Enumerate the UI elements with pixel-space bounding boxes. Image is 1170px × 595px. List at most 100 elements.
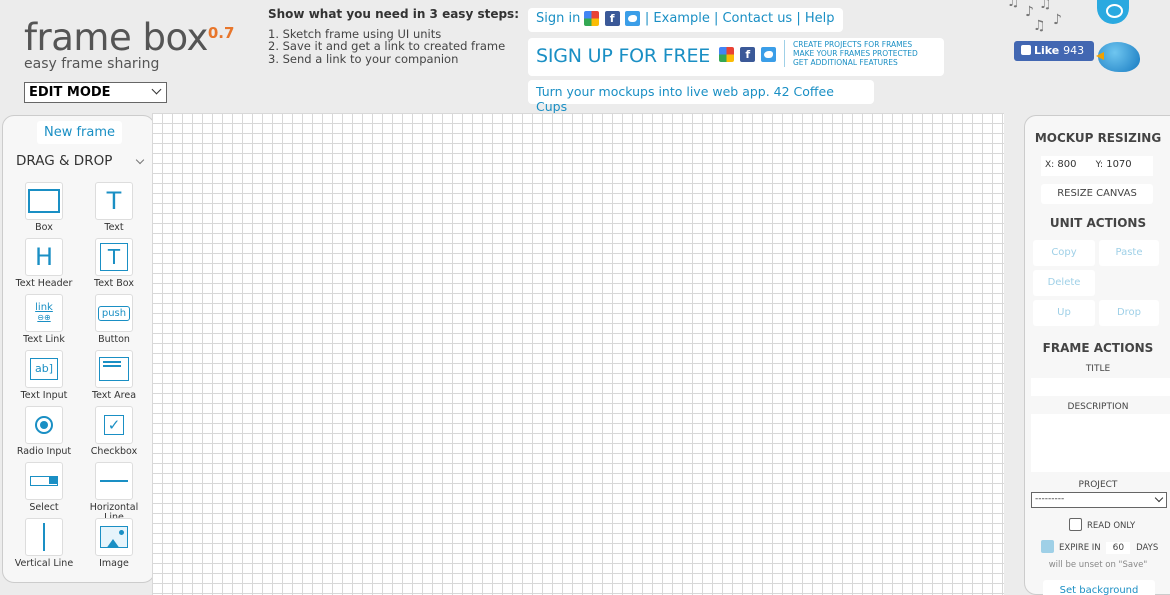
text-link-icon: link ⊖⊕ <box>25 294 63 332</box>
tool-horizontal-line[interactable]: Horizontal Line <box>79 462 149 523</box>
tool-vertical-line[interactable]: Vertical Line <box>9 518 79 574</box>
text-box-icon: T <box>95 238 133 276</box>
tool-label: Button <box>98 334 130 345</box>
logo[interactable]: frame box0.7 easy frame sharing <box>24 18 234 73</box>
signup-perk: GET ADDITIONAL FEATURES <box>793 58 898 67</box>
button-icon: push <box>95 294 133 332</box>
tool-label: Vertical Line <box>14 558 74 569</box>
unit-actions-title: UNIT ACTIONS <box>1049 216 1147 230</box>
new-frame-button[interactable]: New frame <box>37 121 122 144</box>
google-icon[interactable] <box>719 47 735 62</box>
text-input-icon: ab] <box>25 350 63 388</box>
expire-checkbox[interactable] <box>1041 540 1054 553</box>
description-label: DESCRIPTION <box>1067 402 1129 412</box>
tool-label: Select <box>29 502 59 513</box>
twitter-icon[interactable] <box>1097 0 1129 24</box>
chevron-down-icon[interactable] <box>135 155 145 165</box>
thumbs-up-icon <box>1021 45 1031 55</box>
music-notes-icon: ♫ ♪ ♫ ♪ ♫ <box>1007 0 1062 34</box>
frame-actions-title: FRAME ACTIONS <box>1042 341 1154 355</box>
twitter-icon[interactable] <box>761 47 777 62</box>
drop-button[interactable]: Drop <box>1099 300 1159 326</box>
canvas-size-inputs: X: 800 Y: 1070 <box>1041 156 1153 176</box>
tool-box[interactable]: Box <box>9 182 79 238</box>
tool-radio-input[interactable]: Radio Input <box>9 406 79 462</box>
expire-days-input[interactable]: 60 <box>1106 542 1131 554</box>
text-box-glyph: T <box>100 243 128 271</box>
facebook-icon[interactable]: f <box>740 47 756 62</box>
y-input[interactable]: 1070 <box>1106 159 1131 170</box>
tool-text-box[interactable]: T Text Box <box>79 238 149 294</box>
help-link[interactable]: Help <box>805 11 835 26</box>
contact-link[interactable]: Contact us <box>722 11 792 26</box>
read-only-label: READ ONLY <box>1087 521 1136 531</box>
project-select-value: --------- <box>1035 494 1065 504</box>
signin-link[interactable]: Sign in <box>536 11 580 26</box>
mode-select[interactable]: EDIT MODE <box>24 82 167 103</box>
expire-row: EXPIRE IN 60 DAYS <box>1059 542 1158 554</box>
vertical-line-icon <box>25 518 63 556</box>
tool-label: Box <box>35 222 53 233</box>
expire-note: will be unset on "Save" <box>1048 560 1148 570</box>
signup-banner[interactable]: SIGN UP FOR FREE f CREATE PROJECTS FOR F… <box>528 38 944 76</box>
facebook-icon[interactable]: f <box>604 11 620 26</box>
title-label: TITLE <box>1085 364 1111 374</box>
copy-button[interactable]: Copy <box>1033 240 1095 266</box>
image-icon <box>95 518 133 556</box>
tool-label: Checkbox <box>90 446 138 457</box>
logo-title: frame box0.7 <box>24 18 234 58</box>
checkbox-icon: ✓ <box>95 406 133 444</box>
tool-text[interactable]: T Text <box>79 182 149 238</box>
tool-label: Text Input <box>20 390 68 401</box>
signup-perks: CREATE PROJECTS FOR FRAMES MAKE YOUR FRA… <box>784 40 918 67</box>
radio-icon <box>25 406 63 444</box>
text-area-icon <box>95 350 133 388</box>
tools-panel: New frame DRAG & DROP Box T Text H Text … <box>2 115 155 583</box>
resize-canvas-button[interactable]: RESIZE CANVAS <box>1041 184 1153 204</box>
up-button[interactable]: Up <box>1033 300 1095 326</box>
separator: | <box>796 11 805 26</box>
set-background-button[interactable]: Set background <box>1043 580 1155 595</box>
paste-button[interactable]: Paste <box>1099 240 1159 266</box>
tool-select[interactable]: Select <box>9 462 79 518</box>
tool-image[interactable]: Image <box>79 518 149 574</box>
logo-title-text: frame box <box>24 16 208 59</box>
tool-text-link[interactable]: link ⊖⊕ Text Link <box>9 294 79 350</box>
button-glyph: push <box>97 305 131 321</box>
text-header-icon: H <box>25 238 63 276</box>
example-link[interactable]: Example <box>653 11 709 26</box>
horizontal-line-icon <box>95 462 133 500</box>
signup-label: SIGN UP FOR FREE <box>536 45 711 67</box>
expire-label: EXPIRE IN <box>1059 543 1101 553</box>
chevron-down-icon <box>151 84 162 95</box>
step-item: 3. Send a link to your companion <box>268 51 459 66</box>
actions-panel: MOCKUP RESIZING X: 800 Y: 1070 RESIZE CA… <box>1024 115 1170 595</box>
read-only-checkbox[interactable] <box>1069 518 1082 531</box>
mockup-canvas[interactable] <box>152 113 1004 595</box>
signup-perk: CREATE PROJECTS FOR FRAMES <box>793 40 913 49</box>
tool-text-header[interactable]: H Text Header <box>9 238 79 294</box>
tool-label: Text Link <box>23 334 65 345</box>
checkbox-glyph: ✓ <box>104 415 124 435</box>
step-item: 2. Save it and get a link to created fra… <box>268 39 506 53</box>
twitter-bird-icon[interactable] <box>1096 36 1144 72</box>
project-select[interactable]: --------- <box>1031 492 1167 508</box>
google-icon[interactable] <box>584 11 600 26</box>
tool-grid: Box T Text H Text Header T Text Box link… <box>9 182 149 574</box>
delete-button[interactable]: Delete <box>1033 270 1095 296</box>
tool-text-input[interactable]: ab] Text Input <box>9 350 79 406</box>
tool-label: Image <box>99 558 129 569</box>
title-input[interactable] <box>1031 378 1170 396</box>
description-textarea[interactable] <box>1031 414 1170 472</box>
tool-button[interactable]: push Button <box>79 294 149 350</box>
coffee-cups-link[interactable]: Turn your mockups into live web app. 42 … <box>528 80 874 114</box>
x-input[interactable]: 800 <box>1057 159 1076 170</box>
tool-label: Text Header <box>15 278 73 289</box>
tool-text-area[interactable]: Text Area <box>79 350 149 406</box>
drag-drop-header[interactable]: DRAG & DROP <box>16 153 112 169</box>
tool-checkbox[interactable]: ✓ Checkbox <box>79 406 149 462</box>
facebook-like-button[interactable]: Like 943 <box>1014 41 1094 61</box>
y-label: Y: <box>1095 160 1104 170</box>
expire-unit: DAYS <box>1136 543 1159 553</box>
twitter-icon[interactable] <box>624 11 640 26</box>
